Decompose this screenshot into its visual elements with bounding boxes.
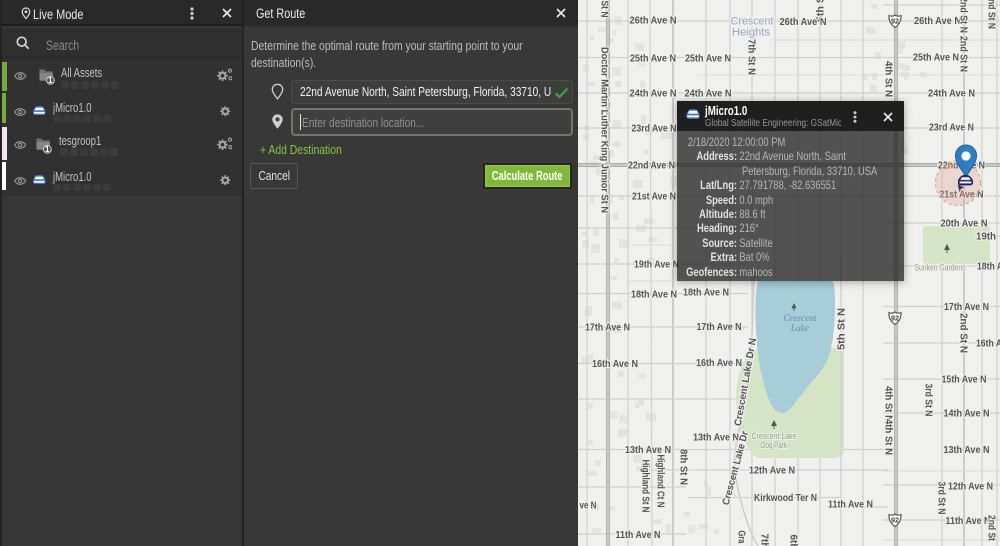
svg-text:Gra: Gra bbox=[736, 531, 747, 544]
svg-text:Highland Ct N: Highland Ct N bbox=[655, 455, 666, 508]
svg-text:14th Ave N: 14th Ave N bbox=[944, 409, 990, 420]
svg-text:25th Ave N: 25th Ave N bbox=[685, 54, 731, 65]
svg-text:18th Ave N: 18th Ave N bbox=[683, 288, 729, 299]
svg-text:19th Ave N: 19th Ave N bbox=[634, 260, 679, 271]
svg-text:Heights: Heights bbox=[732, 27, 771, 39]
svg-text:6th: 6th bbox=[788, 535, 799, 546]
svg-text:26th Ave N: 26th Ave N bbox=[914, 16, 961, 27]
svg-text:16th Ave N: 16th Ave N bbox=[592, 359, 638, 370]
svg-text:4th St N: 4th St N bbox=[883, 386, 894, 422]
svg-text:24th Ave N: 24th Ave N bbox=[685, 89, 732, 100]
svg-text:92: 92 bbox=[891, 17, 899, 26]
svg-text:16th Ave N: 16th Ave N bbox=[696, 358, 742, 369]
svg-text:1: 1 bbox=[45, 145, 50, 154]
svg-text:nd St N: nd St N bbox=[986, 0, 997, 29]
svg-text:21st Ave N: 21st Ave N bbox=[632, 192, 676, 203]
svg-text:18th Ave N: 18th Ave N bbox=[631, 290, 677, 301]
svg-text:11th Ave N: 11th Ave N bbox=[616, 530, 661, 541]
svg-text:26th Ave N: 26th Ave N bbox=[780, 17, 827, 28]
svg-text:5th St N: 5th St N bbox=[837, 308, 848, 350]
svg-text:Kirkwood Ter N: Kirkwood Ter N bbox=[754, 493, 817, 504]
svg-text:25th Ave N: 25th Ave N bbox=[630, 54, 676, 65]
svg-text:Doctor Martin Luther King Juni: Doctor Martin Luther King Junior St N bbox=[599, 47, 610, 213]
svg-text:4th St N: 4th St N bbox=[883, 61, 894, 97]
svg-text:18th A: 18th A bbox=[977, 262, 1000, 273]
svg-text:1: 1 bbox=[48, 76, 53, 85]
svg-text:26th Ave N: 26th Ave N bbox=[630, 16, 677, 27]
svg-text:24th Ave N: 24th Ave N bbox=[630, 89, 677, 100]
svg-text:92: 92 bbox=[891, 516, 899, 525]
svg-text:24th Ave N: 24th Ave N bbox=[928, 89, 975, 100]
svg-text:19th: 19th bbox=[976, 232, 996, 243]
svg-text:16th A: 16th A bbox=[976, 339, 1000, 350]
svg-text:13th Ave N: 13th Ave N bbox=[693, 433, 739, 444]
svg-text:Sunken Gardens: Sunken Gardens bbox=[915, 263, 966, 273]
svg-text:17th Ave N: 17th Ave N bbox=[585, 323, 630, 334]
svg-text:ve N: ve N bbox=[580, 501, 597, 512]
svg-text:25th Ave N: 25th Ave N bbox=[913, 53, 959, 64]
svg-text:22nd Ave N: 22nd Ave N bbox=[628, 161, 675, 172]
svg-text:2nd St N: 2nd St N bbox=[958, 0, 969, 33]
svg-text:15th Ave N: 15th Ave N bbox=[942, 375, 987, 386]
svg-text:4th St N: 4th St N bbox=[883, 419, 894, 455]
svg-text:11th Ave N: 11th Ave N bbox=[946, 516, 991, 527]
svg-text:8th St N: 8th St N bbox=[678, 449, 689, 485]
svg-text:2nd St: 2nd St bbox=[986, 515, 997, 542]
svg-text:Highland St N: Highland St N bbox=[640, 460, 651, 513]
svg-text:92: 92 bbox=[891, 314, 899, 323]
svg-text:Crescent: Crescent bbox=[783, 314, 817, 324]
svg-text:12th Ave N: 12th Ave N bbox=[948, 482, 993, 493]
svg-text:7th St N: 7th St N bbox=[746, 39, 757, 75]
svg-text:2nd St N: 2nd St N bbox=[958, 313, 969, 353]
svg-text:17th Ave N: 17th Ave N bbox=[944, 302, 989, 313]
svg-text:3rd St N: 3rd St N bbox=[923, 384, 934, 417]
svg-text:Dog Park: Dog Park bbox=[761, 440, 787, 450]
svg-text:20th Ave N: 20th Ave N bbox=[941, 219, 988, 230]
svg-text:3rd St N: 3rd St N bbox=[936, 482, 947, 515]
svg-text:23rd Ave N: 23rd Ave N bbox=[632, 124, 677, 135]
svg-text:11th Ave N: 11th Ave N bbox=[828, 500, 873, 511]
svg-text:2nd St N: 2nd St N bbox=[958, 36, 969, 72]
svg-text:7th: 7th bbox=[759, 534, 770, 546]
svg-text:Lake: Lake bbox=[790, 324, 809, 334]
svg-text:St N: St N bbox=[599, 1, 610, 18]
svg-text:17th Ave N: 17th Ave N bbox=[697, 322, 742, 333]
svg-text:12th Ave N: 12th Ave N bbox=[749, 466, 795, 477]
svg-text:13th Ave N: 13th Ave N bbox=[944, 445, 990, 456]
svg-text:23rd Ave N: 23rd Ave N bbox=[929, 123, 974, 134]
